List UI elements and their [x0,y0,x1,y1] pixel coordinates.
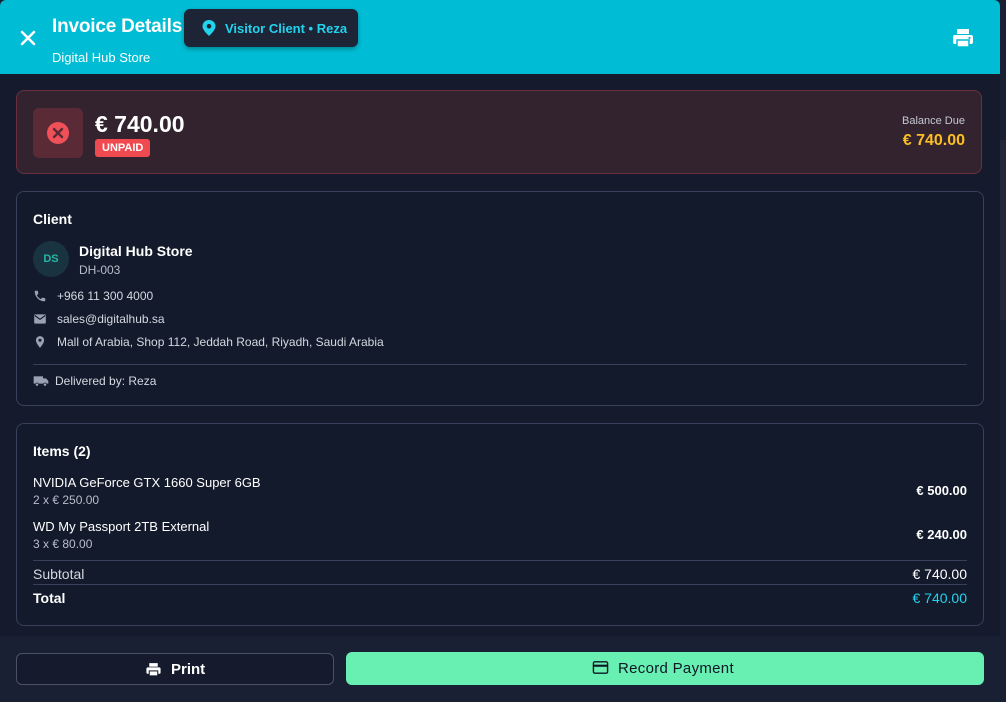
truck-icon [33,376,49,387]
status-badge: UNPAID [95,139,151,157]
invoice-details-modal: Invoice Details Digital Hub Store Visito… [0,0,1000,702]
location-pin-icon [202,20,216,36]
total-label: Total [33,590,66,606]
client-divider [33,364,967,365]
client-card: Client DS Digital Hub Store DH-003 +966 … [16,191,984,406]
total-value: € 740.00 [912,590,968,606]
client-email: sales@digitalhub.sa [57,312,165,326]
subtotal-value: € 740.00 [912,566,968,582]
subtotal-label: Subtotal [33,566,85,582]
client-type-chip[interactable]: Visitor Client • Reza [184,9,358,47]
items-section-title: Items (2) [33,443,91,459]
avatar: DS [33,241,69,277]
status-icon-box [33,108,83,158]
client-section-title: Client [33,211,72,227]
item-total: € 240.00 [916,527,967,542]
close-icon [20,30,36,46]
client-type-chip-label: Visitor Client • Reza [225,21,348,36]
printer-icon [953,29,973,48]
background-panel-edge [1000,140,1006,320]
location-pin-icon [35,336,45,348]
payment-status-card: € 740.00 UNPAID Balance Due € 740.00 [16,90,982,174]
items-card: Items (2) NVIDIA GeForce GTX 1660 Super … [16,423,984,626]
phone-icon [34,290,46,302]
client-phone: +966 11 300 4000 [57,289,154,303]
balance-due-label: Balance Due [902,115,965,127]
item-name: WD My Passport 2TB External [33,519,210,534]
invoice-amount: € 740.00 [95,111,185,137]
close-circle-icon [47,122,69,144]
credit-card-icon [592,661,609,674]
item-name: NVIDIA GeForce GTX 1660 Super 6GB [33,475,261,490]
record-payment-label: Record Payment [618,660,734,677]
items-divider [33,560,967,561]
modal-subtitle: Digital Hub Store [52,50,151,65]
header-print-button[interactable] [951,26,975,50]
modal-footer: Print Record Payment [0,636,1000,702]
client-code: DH-003 [79,263,121,277]
item-total: € 500.00 [916,483,967,498]
printer-icon [146,663,161,677]
delivered-by: Delivered by: Reza [55,374,157,388]
total-divider [33,584,967,585]
print-button-label: Print [171,661,206,678]
modal-header: Invoice Details Digital Hub Store Visito… [0,0,1000,74]
client-address: Mall of Arabia, Shop 112, Jeddah Road, R… [57,335,384,349]
close-button[interactable] [16,26,40,50]
item-quantity: 2 x € 250.00 [33,493,100,507]
item-quantity: 3 x € 80.00 [33,537,93,551]
email-icon [34,314,46,324]
print-button[interactable]: Print [16,653,334,685]
modal-title: Invoice Details [52,16,183,37]
client-name: Digital Hub Store [79,243,193,259]
balance-due-value: € 740.00 [902,132,965,149]
record-payment-button[interactable]: Record Payment [346,652,984,685]
